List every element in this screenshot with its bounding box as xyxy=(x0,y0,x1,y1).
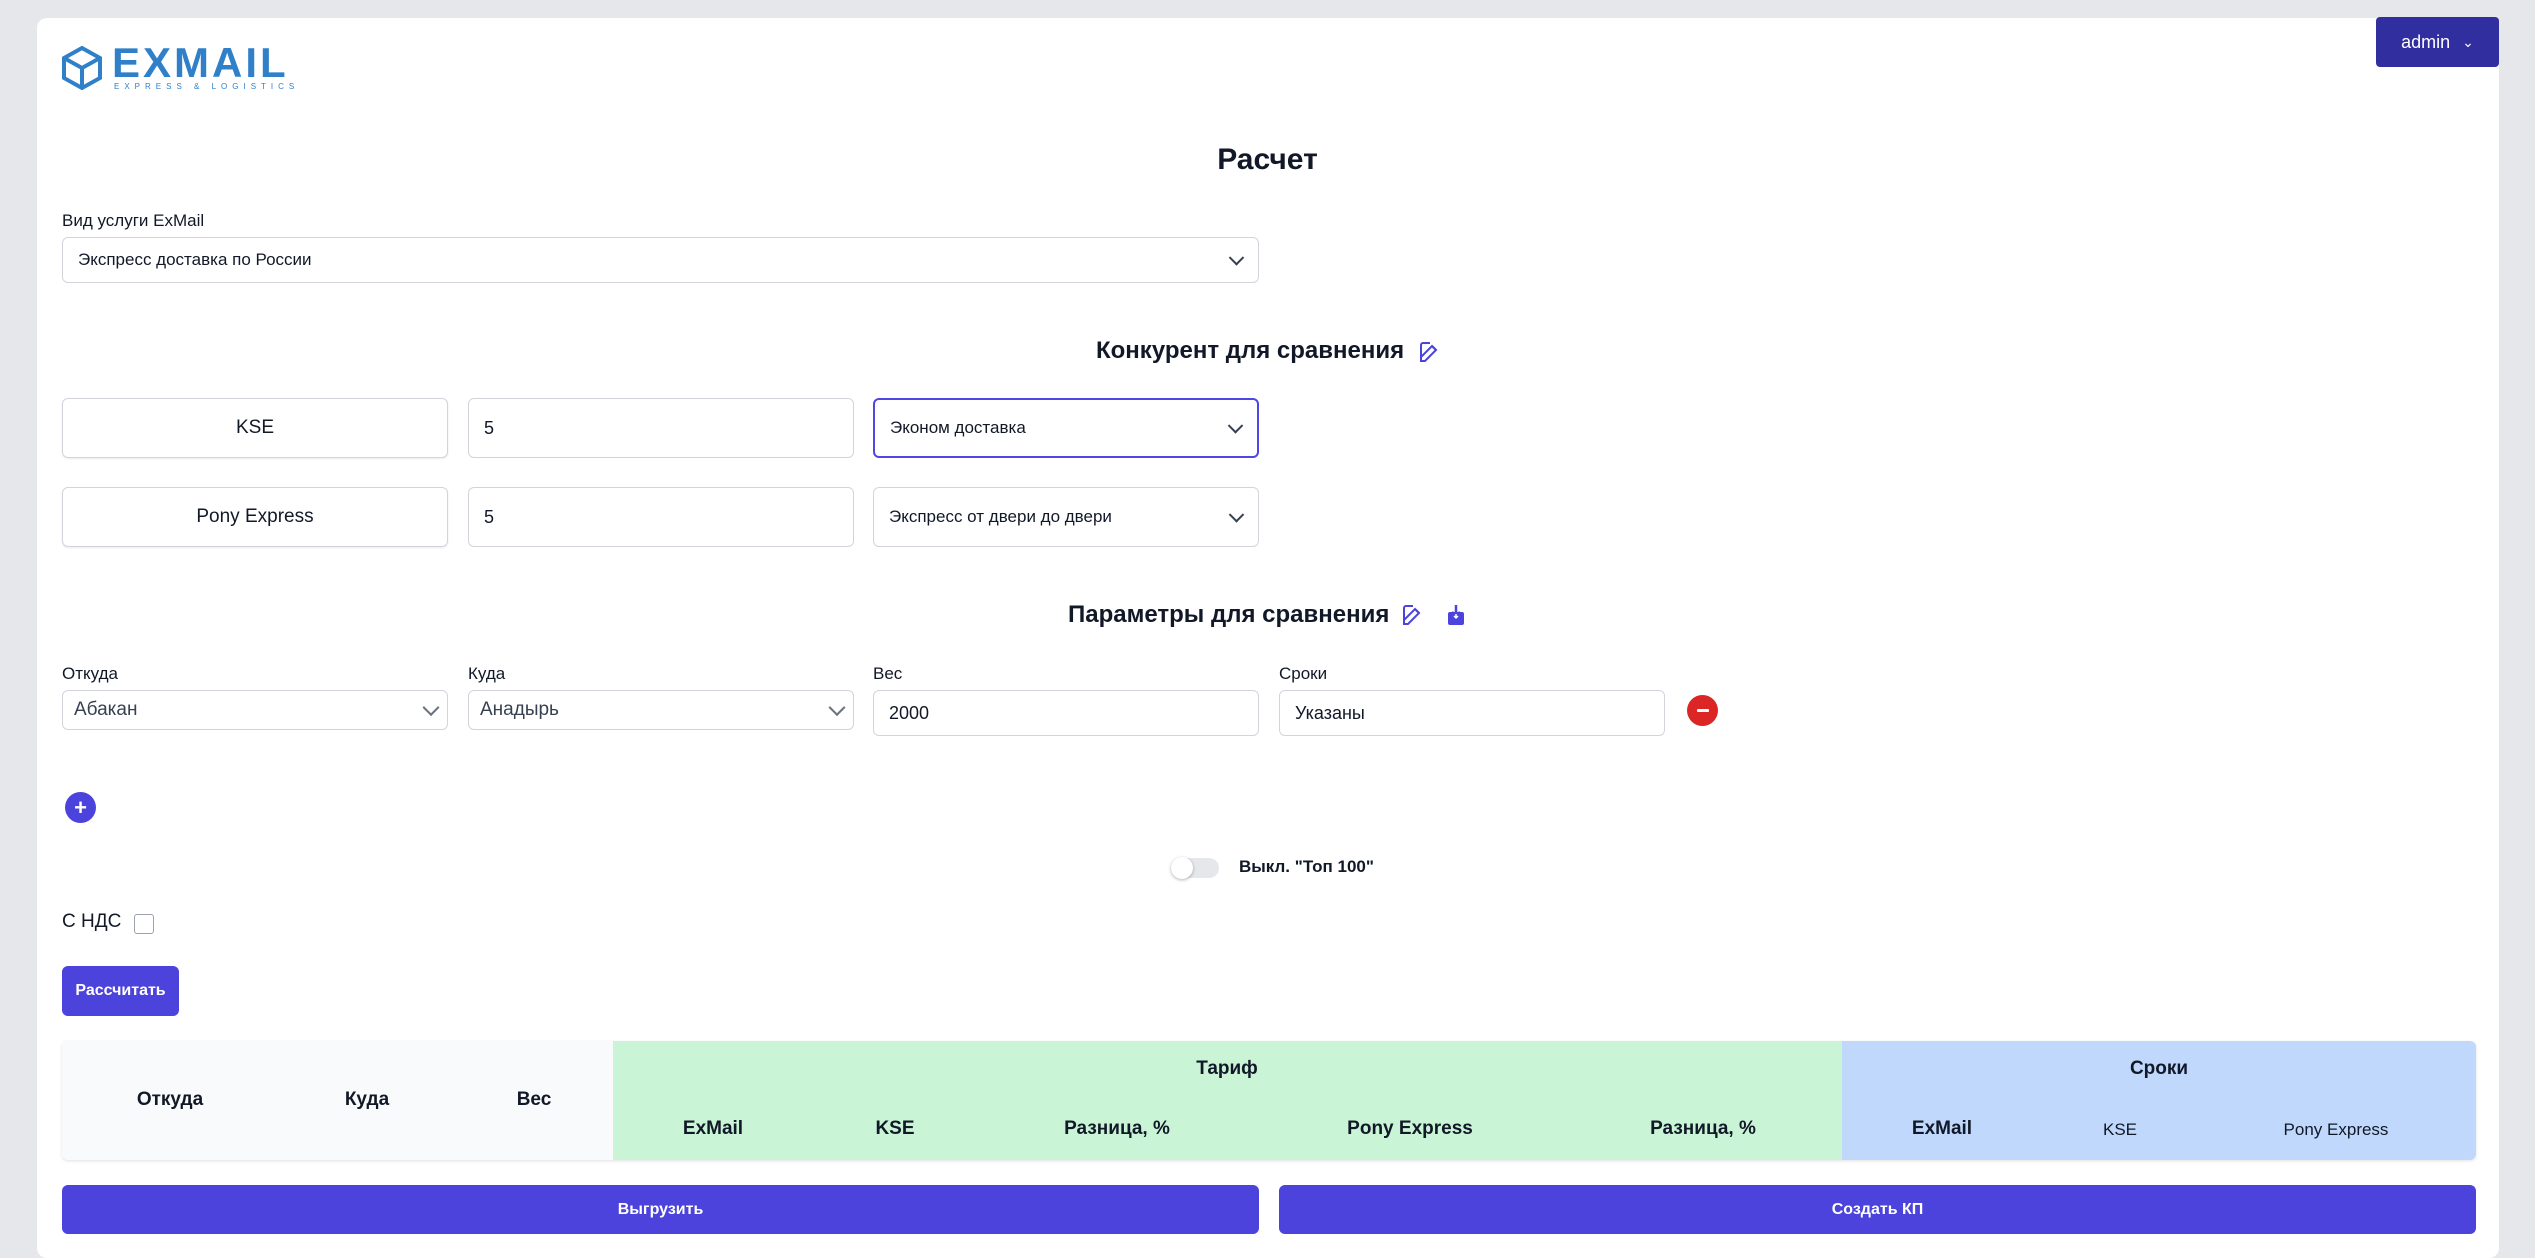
export-button[interactable]: Выгрузить xyxy=(62,1185,1259,1234)
results-table: Откуда Куда Вес Тариф ExMail KSE Разница… xyxy=(62,1041,2476,1160)
competitor-service-value: Экспресс от двери до двери xyxy=(889,507,1112,526)
to-select[interactable]: Анадырь xyxy=(468,690,854,730)
brand-tagline: EXPRESS & LOGISTICS xyxy=(114,82,300,91)
chevron-down-icon xyxy=(422,699,440,717)
edit-icon[interactable] xyxy=(1418,340,1442,364)
weight-label: Вес xyxy=(873,664,903,683)
admin-menu-button[interactable]: admin ⌄ xyxy=(2376,17,2499,67)
brand-logo[interactable]: EXMAIL EXPRESS & LOGISTICS xyxy=(60,39,300,92)
service-label: Вид услуги ExMail xyxy=(62,211,205,230)
competitor-name: Pony Express xyxy=(62,487,448,547)
from-value: Абакан xyxy=(74,699,138,720)
terms-group-header: Сроки xyxy=(2129,1058,2189,1079)
chevron-down-icon xyxy=(1228,507,1245,523)
download-icon[interactable] xyxy=(1444,603,1468,627)
competitor-service-value: Эконом доставка xyxy=(890,418,1026,437)
toggle-knob xyxy=(1171,857,1193,879)
plus-icon: + xyxy=(74,795,87,820)
competitors-title: Конкурент для сравнения xyxy=(1096,337,1405,364)
to-value: Анадырь xyxy=(480,699,559,720)
terms-col-kse: KSE xyxy=(2102,1120,2138,1139)
tariff-col-kse: KSE xyxy=(875,1118,915,1139)
calculate-button[interactable]: Рассчитать xyxy=(62,966,179,1016)
competitor-service-select[interactable]: Экспресс от двери до двери xyxy=(873,487,1259,547)
col-from: Откуда xyxy=(136,1089,204,1110)
add-row-button[interactable]: + xyxy=(65,792,96,823)
to-label: Куда xyxy=(468,664,506,683)
chevron-down-icon: ⌄ xyxy=(2462,33,2474,50)
admin-label: admin xyxy=(2401,31,2451,52)
competitor-value-input[interactable]: 5 xyxy=(468,398,854,458)
chevron-down-icon xyxy=(828,699,846,717)
create-offer-button[interactable]: Создать КП xyxy=(1279,1185,2476,1234)
params-title: Параметры для сравнения xyxy=(1068,601,1390,628)
page-title: Расчет xyxy=(1217,143,1318,176)
tariff-col-exmail: ExMail xyxy=(682,1118,744,1139)
service-value: Экспресс доставка по России xyxy=(78,250,312,269)
terms-input[interactable]: Указаны xyxy=(1279,690,1665,736)
tariff-col-diff-pony: Разница, % xyxy=(1650,1118,1756,1139)
from-select[interactable]: Абакан xyxy=(62,690,448,730)
from-label: Откуда xyxy=(62,664,118,683)
top100-label: Выкл. "Топ 100" xyxy=(1239,857,1374,876)
tariff-group-header: Тариф xyxy=(1196,1058,1258,1079)
terms-col-pony: Pony Express xyxy=(2283,1120,2389,1139)
terms-label: Сроки xyxy=(1279,664,1328,683)
competitor-value-input[interactable]: 5 xyxy=(468,487,854,547)
top100-toggle[interactable] xyxy=(1171,857,1219,879)
col-weight: Вес xyxy=(516,1089,552,1110)
remove-row-button[interactable] xyxy=(1687,695,1718,726)
col-to: Куда xyxy=(344,1089,390,1110)
service-select[interactable]: Экспресс доставка по России xyxy=(62,237,1259,283)
vat-label: С НДС xyxy=(62,911,122,932)
weight-input[interactable]: 2000 xyxy=(873,690,1259,736)
competitor-service-select[interactable]: Эконом доставка xyxy=(873,398,1259,458)
edit-icon[interactable] xyxy=(1401,603,1425,627)
tariff-col-pony: Pony Express xyxy=(1347,1118,1473,1139)
cube-logo-icon xyxy=(62,46,102,90)
chevron-down-icon xyxy=(1228,250,1245,266)
terms-col-exmail: ExMail xyxy=(1911,1118,1973,1139)
brand-name: EXMAIL xyxy=(112,39,289,86)
chevron-down-icon xyxy=(1227,418,1244,434)
vat-checkbox[interactable] xyxy=(134,914,154,934)
minus-icon xyxy=(1696,709,1709,712)
tariff-col-diff-kse: Разница, % xyxy=(1064,1118,1170,1139)
competitor-name: KSE xyxy=(62,398,448,458)
